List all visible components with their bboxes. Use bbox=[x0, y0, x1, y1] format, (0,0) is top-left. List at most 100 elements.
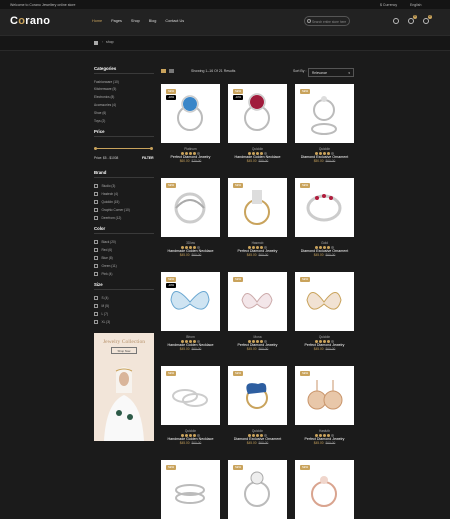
category-item[interactable]: Kitchenware (5) bbox=[94, 87, 116, 91]
new-badge: NEW bbox=[166, 465, 176, 470]
price-max-handle[interactable] bbox=[150, 147, 153, 150]
color-checkbox[interactable]: Blue (8) bbox=[94, 256, 113, 260]
filter-button[interactable]: FILTER bbox=[142, 156, 154, 160]
category-item[interactable]: Shoe (6) bbox=[94, 111, 106, 115]
currency-select[interactable]: $ Currency bbox=[380, 3, 397, 7]
product-image[interactable]: NEW bbox=[295, 272, 354, 331]
color-checkbox[interactable]: Black (20) bbox=[94, 240, 116, 244]
brand-checkbox[interactable]: Graphic Corner (10) bbox=[94, 208, 130, 212]
price-min-handle[interactable] bbox=[94, 147, 97, 150]
top-bar: Welcome to Corano Jewellery online store… bbox=[0, 0, 450, 9]
brand-checkbox[interactable]: Studio (3) bbox=[94, 184, 115, 188]
product-info: Platinum Perfect Diamond Jewelry $60.00 $70… bbox=[161, 147, 220, 163]
category-item[interactable]: Toys (2) bbox=[94, 119, 105, 123]
product-price: $50.00 $60.00 bbox=[313, 159, 336, 163]
wishlist-icon[interactable]: 0 bbox=[408, 15, 417, 24]
new-badge: NEW bbox=[233, 89, 243, 94]
welcome-text: Welcome to Corano Jewellery online store bbox=[10, 2, 76, 7]
new-badge: NEW bbox=[233, 371, 243, 376]
product-info: Gold Diamond Exclusive Ornament $45.00 $60.… bbox=[295, 241, 354, 257]
product-info: Mona Perfect Diamond Jewelry $45.00 $60.00 bbox=[228, 335, 287, 351]
search-input[interactable]: Search entire store here bbox=[304, 16, 350, 26]
new-badge: NEW bbox=[166, 89, 176, 94]
product-image[interactable]: NEW bbox=[295, 366, 354, 425]
category-item[interactable]: Fashionware (10) bbox=[94, 80, 119, 84]
price-title: Price bbox=[94, 129, 105, 134]
product-image[interactable]: NEW bbox=[295, 178, 354, 237]
product-image[interactable]: NEW -10% bbox=[161, 84, 220, 143]
size-checkbox[interactable]: M (5) bbox=[94, 304, 109, 308]
product-image[interactable]: NEW bbox=[228, 272, 287, 331]
product-price: $45.00 $60.00 bbox=[313, 253, 336, 257]
sort-label: Sort By : bbox=[293, 69, 307, 73]
color-checkbox[interactable]: Pink (4) bbox=[94, 272, 112, 276]
new-badge: NEW bbox=[300, 183, 310, 188]
promo-banner[interactable]: Jewelry Collection Shop Now bbox=[94, 333, 154, 441]
nav-pages[interactable]: Pages bbox=[111, 19, 122, 23]
product-image[interactable]: NEW bbox=[295, 460, 354, 519]
size-checkbox[interactable]: XL (3) bbox=[94, 320, 110, 324]
product-info: Quickiin Handmade Golden Necklace $45.00 $5… bbox=[228, 147, 287, 163]
breadcrumb-current: shop bbox=[106, 40, 114, 44]
nav-blog[interactable]: Blog bbox=[149, 19, 157, 23]
product-price: $60.00 $70.00 bbox=[179, 159, 202, 163]
new-badge: NEW bbox=[233, 277, 243, 282]
home-icon[interactable] bbox=[94, 41, 98, 45]
product-price: $45.00 $60.00 bbox=[313, 441, 336, 445]
search-icon[interactable] bbox=[307, 19, 311, 23]
size-checkbox[interactable]: S (4) bbox=[94, 296, 108, 300]
language-select[interactable]: English bbox=[410, 3, 421, 7]
brand-checkbox[interactable]: Deerfrom (12) bbox=[94, 216, 121, 220]
color-checkbox[interactable]: Red (6) bbox=[94, 248, 112, 252]
product-info: Bfrom Handmade Golden Necklace $45.00 $60.0… bbox=[161, 335, 220, 351]
product-info: Hasmob Perfect Diamond Jewelry $45.00 $60.0… bbox=[228, 241, 287, 257]
discount-badge: -10% bbox=[166, 283, 176, 288]
cart-count: 2 bbox=[428, 15, 432, 19]
product-image[interactable]: NEW bbox=[228, 366, 287, 425]
new-badge: NEW bbox=[300, 371, 310, 376]
logo[interactable]: Corano bbox=[10, 15, 50, 27]
color-checkbox[interactable]: Green (11) bbox=[94, 264, 117, 268]
product-info: Hasfuth Perfect Diamond Jewelry $45.00 $60.… bbox=[295, 429, 354, 445]
product-info: 3Dlow Handmade Golden Necklace $45.00 $60.0… bbox=[161, 241, 220, 257]
grid-view-icon[interactable] bbox=[161, 69, 166, 73]
sort-select[interactable]: Relevance ▾ bbox=[308, 68, 354, 77]
brand-checkbox[interactable]: Hastech (4) bbox=[94, 192, 118, 196]
price-range-label: Price: $5 - $1008 bbox=[94, 156, 119, 160]
product-image[interactable]: NEW bbox=[295, 84, 354, 143]
new-badge: NEW bbox=[300, 89, 310, 94]
nav-contact[interactable]: Contact Us bbox=[165, 19, 184, 23]
product-price: $45.00 $55.00 bbox=[246, 159, 269, 163]
list-view-icon[interactable] bbox=[168, 69, 174, 73]
product-image[interactable]: NEW bbox=[161, 460, 220, 519]
breadcrumb: › shop bbox=[0, 35, 450, 51]
price-slider[interactable] bbox=[94, 147, 153, 150]
category-item[interactable]: Electronics (8) bbox=[94, 95, 114, 99]
product-image[interactable]: NEW -10% bbox=[228, 84, 287, 143]
nav-shop[interactable]: Shop bbox=[131, 19, 140, 23]
product-price: $45.00 $60.00 bbox=[313, 347, 336, 351]
main-nav: Home Pages Shop Blog Contact Us bbox=[92, 19, 184, 23]
product-price: $45.00 $60.00 bbox=[179, 253, 202, 257]
product-image[interactable]: NEW bbox=[228, 178, 287, 237]
user-icon[interactable] bbox=[393, 18, 399, 24]
product-image[interactable]: NEW bbox=[161, 366, 220, 425]
product-image[interactable]: NEW bbox=[161, 178, 220, 237]
new-badge: NEW bbox=[166, 371, 176, 376]
result-count: Showing 1–16 Of 21 Results bbox=[191, 69, 236, 73]
brand-title: Brand bbox=[94, 170, 107, 175]
promo-shop-button[interactable]: Shop Now bbox=[111, 347, 137, 354]
size-title: Size bbox=[94, 282, 103, 287]
category-item[interactable]: Accessories (4) bbox=[94, 103, 116, 107]
new-badge: NEW bbox=[166, 183, 176, 188]
product-price: $45.00 $60.00 bbox=[179, 347, 202, 351]
discount-badge: -10% bbox=[166, 95, 176, 100]
cart-icon[interactable]: 2 bbox=[423, 15, 432, 24]
product-image[interactable]: NEW bbox=[228, 460, 287, 519]
brand-checkbox[interactable]: Quickiin (15) bbox=[94, 200, 119, 204]
size-checkbox[interactable]: L (7) bbox=[94, 312, 108, 316]
product-image[interactable]: NEW -10% bbox=[161, 272, 220, 331]
product-info: Quickiin Diamond Exclusive Ornament $50.00… bbox=[295, 147, 354, 163]
discount-badge: -10% bbox=[233, 95, 243, 100]
nav-home[interactable]: Home bbox=[92, 19, 102, 23]
